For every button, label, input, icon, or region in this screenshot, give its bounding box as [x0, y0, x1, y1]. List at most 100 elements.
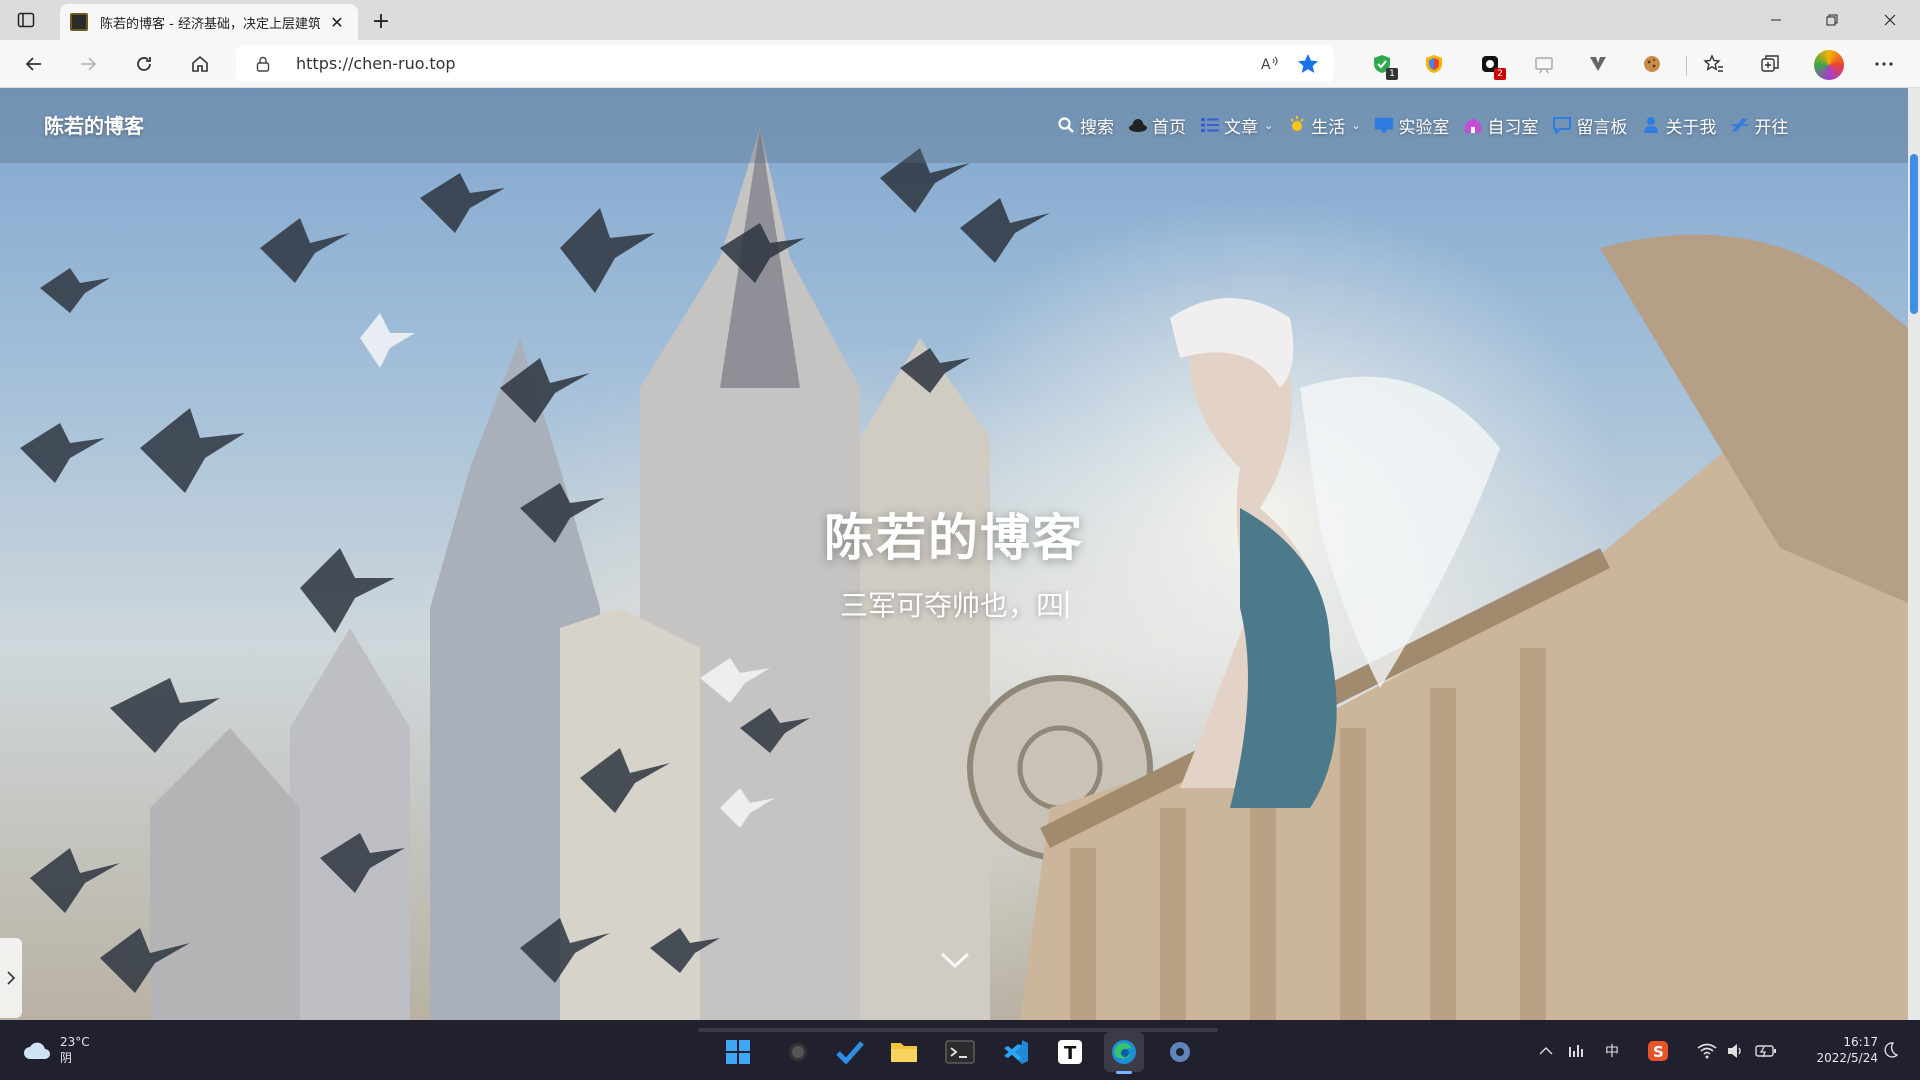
extension-badge: 2 — [1494, 68, 1506, 80]
menu-item-search[interactable]: 搜索 — [1056, 113, 1114, 138]
chevron-right-icon — [7, 971, 16, 985]
menu-item-travel[interactable]: 开往 — [1730, 113, 1788, 138]
battery-button[interactable] — [1754, 1040, 1778, 1062]
page-viewport: 陈若的博客 搜索 首页 文章 ⌄ 生活 ⌄ 实验室 自习室 留言板 关于我 开往… — [0, 88, 1920, 1020]
volume-button[interactable] — [1724, 1040, 1746, 1062]
weather-widget[interactable]: 23°C 阴 — [22, 1030, 112, 1070]
windows-logo-icon — [726, 1040, 750, 1064]
tab-title: 陈若的博客 - 经济基础，决定上层建筑 — [100, 16, 320, 32]
edge-icon — [1112, 1040, 1136, 1064]
taskbar-app-todo[interactable] — [830, 1032, 870, 1072]
window-close-button[interactable] — [1862, 0, 1918, 40]
clock-date: 2022/5/24 — [1816, 1051, 1878, 1065]
menu-item-articles[interactable]: 文章 ⌄ — [1200, 113, 1273, 138]
chevron-up-icon — [1539, 1047, 1553, 1055]
tray-app-sogou[interactable]: S — [1646, 1040, 1670, 1062]
site-header: 陈若的博客 搜索 首页 文章 ⌄ 生活 ⌄ 实验室 自习室 留言板 关于我 开往 — [0, 88, 1908, 163]
weather-desc: 阴 — [60, 1051, 73, 1065]
hero-section: 陈若的博客 三军可夺帅也，四 — [0, 498, 1908, 624]
collections-button[interactable] — [1756, 50, 1784, 78]
new-tab-button[interactable]: + — [368, 8, 394, 34]
sun-icon — [1287, 115, 1307, 135]
scroll-down-chevron-icon[interactable] — [938, 948, 972, 972]
menu-item-label: 留言板 — [1576, 117, 1628, 138]
svg-text:A: A — [1261, 57, 1271, 73]
tab-strip: 陈若的博客 - 经济基础，决定上层建筑 ✕ + — [0, 0, 1920, 40]
menu-item-label: 关于我 — [1665, 117, 1717, 138]
side-panel-toggle[interactable] — [0, 938, 22, 1018]
tray-overflow-button[interactable] — [1536, 1040, 1556, 1062]
folder-icon — [891, 1043, 917, 1062]
taskbar-app-terminal[interactable] — [940, 1032, 980, 1072]
hero-subtitle: 三军可夺帅也，四 — [0, 584, 1908, 624]
menu-item-about[interactable]: 关于我 — [1641, 113, 1716, 138]
extension-shield-button[interactable]: 1 — [1368, 50, 1398, 80]
taskbar-app-settings[interactable] — [1160, 1032, 1200, 1072]
extension-colorful-shield-button[interactable] — [1420, 50, 1448, 78]
tab-actions-icon[interactable] — [14, 8, 38, 32]
typing-cursor — [1066, 591, 1068, 619]
menu-item-label: 文章 — [1224, 117, 1258, 138]
profile-avatar[interactable] — [1814, 50, 1844, 80]
taskbar-app-edge[interactable] — [1104, 1032, 1144, 1074]
arrow-left-icon — [25, 57, 41, 71]
extension-v-button[interactable] — [1584, 50, 1612, 78]
menu-item-study[interactable]: 自习室 — [1463, 113, 1538, 138]
menu-item-label: 生活 — [1311, 117, 1346, 138]
scrollbar-thumb[interactable] — [1910, 154, 1918, 314]
toolbar-separator — [1686, 56, 1687, 76]
start-button[interactable] — [718, 1032, 758, 1072]
reload-button[interactable] — [128, 48, 160, 80]
menu-item-home[interactable]: 首页 — [1128, 113, 1186, 138]
menu-item-lab[interactable]: 实验室 — [1374, 113, 1449, 138]
address-bar[interactable]: https://chen-ruo.top A — [236, 46, 1334, 82]
extension-reader-button[interactable] — [1530, 50, 1558, 78]
tray-signal-button[interactable] — [1566, 1040, 1588, 1062]
window-minimize-button[interactable] — [1748, 0, 1804, 40]
notification-moon-icon[interactable] — [1880, 1040, 1900, 1060]
lock-icon[interactable] — [254, 55, 272, 73]
house-icon — [1463, 115, 1483, 135]
clock-time: 16:17 — [1843, 1035, 1878, 1049]
extension-dark-button[interactable]: 2 — [1476, 50, 1506, 80]
taskbar-app-file-explorer[interactable] — [884, 1032, 924, 1072]
search-circle-icon — [789, 1043, 807, 1061]
ime-indicator[interactable]: 中 — [1600, 1040, 1624, 1062]
windows-taskbar: 23°C 阴 T 中 S 16:17 2022/5/24 — [0, 1020, 1920, 1080]
menu-item-label: 搜索 — [1080, 117, 1114, 138]
url-text[interactable]: https://chen-ruo.top — [296, 54, 456, 73]
menu-item-guestbook[interactable]: 留言板 — [1552, 113, 1627, 138]
person-icon — [1641, 115, 1661, 135]
taskbar-search-button[interactable] — [778, 1032, 818, 1072]
back-button[interactable] — [18, 48, 50, 80]
vscode-icon — [1004, 1040, 1028, 1064]
color-shield-icon — [1426, 55, 1442, 73]
list-icon — [1200, 115, 1220, 135]
wifi-button[interactable] — [1696, 1040, 1718, 1062]
svg-text:S: S — [1653, 1043, 1664, 1061]
svg-text:T: T — [1064, 1043, 1077, 1064]
extension-cookie-button[interactable] — [1638, 50, 1666, 78]
system-clock[interactable]: 16:17 2022/5/24 — [1786, 1034, 1878, 1066]
monitor-icon — [1374, 115, 1394, 135]
favorite-star-icon[interactable] — [1296, 52, 1320, 76]
chevron-down-icon: ⌄ — [1351, 118, 1361, 132]
settings-menu-button[interactable] — [1870, 50, 1898, 78]
reload-icon — [137, 57, 151, 71]
home-button[interactable] — [184, 48, 216, 80]
chat-icon — [1552, 115, 1572, 135]
tab-close-icon[interactable]: ✕ — [326, 11, 348, 33]
site-brand-link[interactable]: 陈若的博客 — [44, 110, 144, 139]
window-restore-button[interactable] — [1804, 0, 1860, 40]
browser-tab-active[interactable]: 陈若的博客 - 经济基础，决定上层建筑 ✕ — [60, 4, 358, 40]
menu-item-life[interactable]: 生活 ⌄ — [1287, 113, 1360, 138]
page-scrollbar[interactable] — [1908, 88, 1920, 1020]
taskbar-app-vscode[interactable] — [996, 1032, 1036, 1072]
read-aloud-icon[interactable]: A — [1260, 54, 1282, 74]
favorites-button[interactable] — [1700, 50, 1728, 78]
taskbar-app-typora[interactable]: T — [1050, 1032, 1090, 1072]
hero-title: 陈若的博客 — [824, 509, 1084, 567]
search-icon — [1056, 115, 1076, 135]
forward-button[interactable] — [72, 48, 104, 80]
speaker-icon — [1728, 1044, 1741, 1058]
